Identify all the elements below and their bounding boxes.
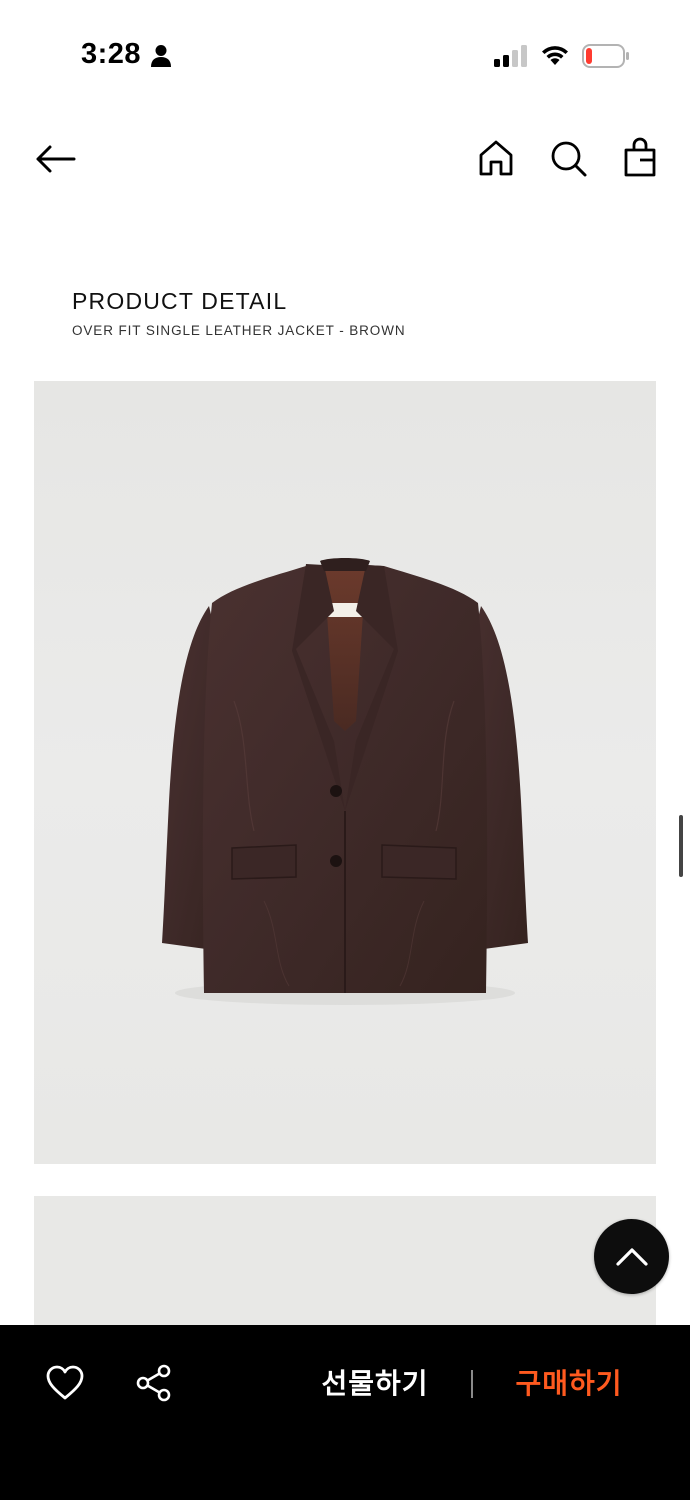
- signal-icon: [494, 45, 527, 67]
- battery-icon: [582, 44, 629, 68]
- top-nav-bar: [0, 120, 690, 200]
- person-icon: [151, 45, 171, 67]
- chevron-up-icon: [615, 1247, 648, 1266]
- product-image-next: [34, 1196, 656, 1336]
- page-title: PRODUCT DETAIL: [72, 288, 288, 314]
- search-icon[interactable]: [546, 136, 590, 180]
- gift-button[interactable]: 선물하기: [300, 1361, 450, 1407]
- jacket-image: [162, 558, 528, 1005]
- product-image: [34, 381, 656, 1164]
- back-button[interactable]: [30, 138, 80, 180]
- back-arrow-icon: [36, 145, 76, 173]
- heart-icon[interactable]: [44, 1363, 86, 1403]
- wifi-icon: [542, 46, 568, 65]
- bottom-action-bar: 선물하기 구매하기: [0, 1325, 690, 1500]
- status-time: 3:28: [81, 38, 142, 70]
- shopping-bag-icon[interactable]: [618, 136, 662, 180]
- home-icon[interactable]: [474, 136, 518, 180]
- scroll-to-top-button[interactable]: [594, 1219, 669, 1294]
- scrollbar[interactable]: [679, 815, 683, 877]
- status-bar: 3:28: [0, 0, 690, 110]
- buy-button[interactable]: 구매하기: [494, 1361, 644, 1407]
- divider: [471, 1370, 473, 1398]
- product-name: OVER FIT SINGLE LEATHER JACKET - BROWN: [72, 323, 406, 338]
- share-icon[interactable]: [134, 1363, 174, 1403]
